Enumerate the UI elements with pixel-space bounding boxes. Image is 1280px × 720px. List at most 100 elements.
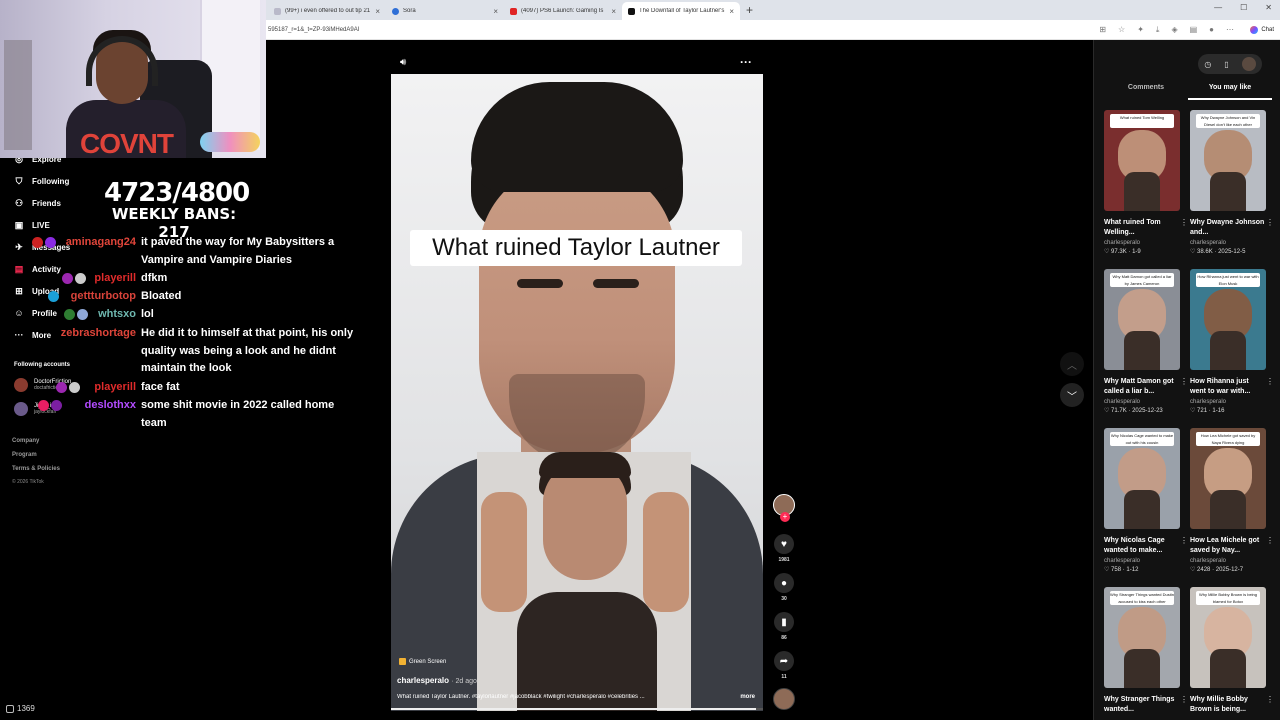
card-author[interactable]: charlesperalo bbox=[1190, 558, 1266, 564]
creator-avatar-button[interactable]: + bbox=[770, 494, 798, 522]
browser-tab[interactable]: (99+) i even offered to out tip 21 s × bbox=[268, 2, 386, 20]
volume-icon[interactable]: 🔊︎ bbox=[400, 57, 406, 68]
recommended-video-card[interactable]: How Lea Michele got saved by Naya Rivera… bbox=[1190, 428, 1274, 573]
extensions-icon[interactable]: ✦ bbox=[1137, 25, 1144, 35]
sidebar-item-profile[interactable]: ☺ Profile bbox=[14, 308, 57, 318]
card-author[interactable]: charlesperalo bbox=[1104, 558, 1180, 564]
card-more-icon[interactable]: ⋮ bbox=[1180, 536, 1188, 545]
avatar[interactable] bbox=[1241, 57, 1256, 71]
sidebar-item-activity[interactable]: ▤ Activity bbox=[14, 264, 61, 275]
following-accounts-title: Following accounts bbox=[14, 362, 71, 368]
chat-text: Bloated bbox=[141, 290, 182, 302]
card-more-icon[interactable]: ⋮ bbox=[1266, 695, 1274, 704]
previous-video-button[interactable]: ︿ bbox=[1060, 352, 1084, 376]
sidebar-item-live[interactable]: ▣ LIVE bbox=[14, 220, 50, 231]
card-title[interactable]: What ruined Tom Welling... bbox=[1104, 218, 1180, 238]
video-player[interactable]: What ruined Taylor Lautner Green Screen … bbox=[391, 74, 763, 711]
like-button[interactable]: ♥ 1981 bbox=[770, 534, 798, 563]
recommended-video-card[interactable]: Why Millie Bobby Brown is being blamed f… bbox=[1190, 587, 1274, 715]
video-progress-bar[interactable] bbox=[391, 708, 763, 710]
card-title[interactable]: How Rihanna just went to war with... bbox=[1190, 377, 1266, 397]
device-icon[interactable]: ▯ bbox=[1224, 60, 1228, 69]
clock-icon[interactable]: ◷ bbox=[1204, 60, 1211, 69]
card-title[interactable]: How Lea Michele got saved by Nay... bbox=[1190, 536, 1266, 556]
address-bar-icons: ⊞ ☆ ✦ ⤓ ◈ ▤ ● ⋯ bbox=[1099, 25, 1234, 35]
profile-icon[interactable]: ● bbox=[1209, 25, 1214, 35]
card-author[interactable]: charlesperalo bbox=[1104, 240, 1180, 246]
browser-tab[interactable]: (4097) PS6 Launch: Gaming Is × bbox=[504, 2, 622, 20]
effect-tag[interactable]: Green Screen bbox=[399, 658, 446, 665]
maximize-icon[interactable]: ☐ bbox=[1240, 3, 1247, 12]
translate-icon[interactable]: ⊞ bbox=[1099, 25, 1106, 35]
video-thumbnail[interactable]: What ruined Tom Welling bbox=[1104, 110, 1180, 211]
browser-tab[interactable]: Sora × bbox=[386, 2, 504, 20]
close-window-icon[interactable]: ✕ bbox=[1265, 3, 1272, 12]
url-text[interactable]: 595187_r=1&_t=ZP-93iMHedA9AI bbox=[268, 27, 359, 33]
video-thumbnail[interactable]: Why Dwayne Johnson and Vin Diesel don't … bbox=[1190, 110, 1266, 211]
comment-button[interactable]: ● 30 bbox=[770, 573, 798, 602]
footer-link-program[interactable]: Program bbox=[12, 452, 37, 458]
recommended-video-card[interactable]: Why Dwayne Johnson and Vin Diesel don't … bbox=[1190, 110, 1274, 255]
close-icon[interactable]: × bbox=[375, 7, 380, 16]
sound-avatar-button[interactable] bbox=[770, 688, 798, 710]
card-title[interactable]: Why Millie Bobby Brown is being... bbox=[1190, 695, 1266, 715]
close-icon[interactable]: × bbox=[611, 7, 616, 16]
card-more-icon[interactable]: ⋮ bbox=[1266, 377, 1274, 386]
recommended-video-card[interactable]: What ruined Tom Welling What ruined Tom W… bbox=[1104, 110, 1188, 255]
close-icon[interactable]: × bbox=[729, 7, 734, 16]
star-icon[interactable]: ☆ bbox=[1118, 25, 1125, 35]
card-author[interactable]: charlesperalo bbox=[1104, 399, 1180, 405]
creator-name[interactable]: charlesperalo bbox=[397, 676, 449, 685]
next-video-button[interactable]: ﹀ bbox=[1060, 383, 1084, 407]
sidebar-icon[interactable]: ▤ bbox=[1190, 25, 1198, 35]
copilot-chat-button[interactable]: Chat bbox=[1250, 25, 1274, 34]
recommended-video-card[interactable]: Why Nicolas Cage wanted to make out with… bbox=[1104, 428, 1188, 573]
video-thumbnail[interactable]: Why Matt Damon got called a liar by Jame… bbox=[1104, 269, 1180, 370]
sidebar-item-friends[interactable]: ⚇ Friends bbox=[14, 198, 61, 209]
tab-you-may-like[interactable]: You may like bbox=[1188, 84, 1272, 100]
card-more-icon[interactable]: ⋮ bbox=[1180, 695, 1188, 704]
messages-icon: ✈ bbox=[15, 242, 23, 252]
video-thumbnail[interactable]: Why Nicolas Cage wanted to make out with… bbox=[1104, 428, 1180, 529]
share-button[interactable]: ➦ 11 bbox=[770, 651, 798, 680]
card-title[interactable]: Why Nicolas Cage wanted to make... bbox=[1104, 536, 1180, 556]
card-author[interactable]: charlesperalo bbox=[1190, 399, 1266, 405]
tab-label: (4097) PS6 Launch: Gaming Is bbox=[521, 8, 604, 14]
recommended-video-card[interactable]: How Rihanna just went to war with Elon M… bbox=[1190, 269, 1274, 414]
browser-tab-active[interactable]: The Downfall of Taylor Lautner's C × bbox=[622, 2, 740, 20]
minimize-icon[interactable]: — bbox=[1214, 3, 1222, 12]
save-button[interactable]: ▮ 86 bbox=[770, 612, 798, 641]
more-options-icon[interactable]: ··· bbox=[740, 55, 752, 69]
card-title[interactable]: Why Matt Damon got called a liar b... bbox=[1104, 377, 1180, 397]
shield-icon[interactable]: ◈ bbox=[1171, 25, 1177, 35]
footer-link-terms[interactable]: Terms & Policies bbox=[12, 466, 60, 472]
download-icon[interactable]: ⤓ bbox=[1156, 25, 1160, 35]
menu-icon[interactable]: ⋯ bbox=[1226, 25, 1234, 35]
card-title[interactable]: Why Stranger Things wanted... bbox=[1104, 695, 1180, 715]
live-icon: ▣ bbox=[14, 220, 24, 230]
video-thumbnail[interactable]: How Lea Michele got saved by Naya Rivera… bbox=[1190, 428, 1266, 529]
card-more-icon[interactable]: ⋮ bbox=[1266, 218, 1274, 227]
new-tab-icon[interactable]: + bbox=[746, 3, 753, 17]
window-controls: — ☐ ✕ bbox=[1214, 3, 1272, 12]
follow-plus-icon[interactable]: + bbox=[780, 512, 790, 522]
card-more-icon[interactable]: ⋮ bbox=[1180, 218, 1188, 227]
close-icon[interactable]: × bbox=[493, 7, 498, 16]
sidebar-item-more[interactable]: ··· More bbox=[14, 330, 52, 340]
card-title[interactable]: Why Dwayne Johnson and... bbox=[1190, 218, 1266, 238]
video-thumbnail[interactable]: Why Millie Bobby Brown is being blamed f… bbox=[1190, 587, 1266, 688]
video-thumbnail[interactable]: How Rihanna just went to war with Elon M… bbox=[1190, 269, 1266, 370]
video-thumbnail[interactable]: Why Stranger Things wanted Dustin accuse… bbox=[1104, 587, 1180, 688]
card-more-icon[interactable]: ⋮ bbox=[1180, 377, 1188, 386]
creator-line[interactable]: charlesperalo · 2d ago bbox=[397, 676, 477, 685]
card-author[interactable]: charlesperalo bbox=[1190, 240, 1266, 246]
footer-link-company[interactable]: Company bbox=[12, 438, 39, 444]
recommended-video-card[interactable]: Why Stranger Things wanted Dustin accuse… bbox=[1104, 587, 1188, 715]
recommended-video-card[interactable]: Why Matt Damon got called a liar by Jame… bbox=[1104, 269, 1188, 414]
tab-comments[interactable]: Comments bbox=[1104, 84, 1188, 100]
sidebar-item-following[interactable]: ⛉ Following bbox=[14, 176, 70, 187]
card-more-icon[interactable]: ⋮ bbox=[1266, 536, 1274, 545]
like-count: 1981 bbox=[778, 557, 790, 563]
more-link[interactable]: more bbox=[740, 694, 755, 700]
chat-username: aminagang24 bbox=[65, 236, 136, 248]
